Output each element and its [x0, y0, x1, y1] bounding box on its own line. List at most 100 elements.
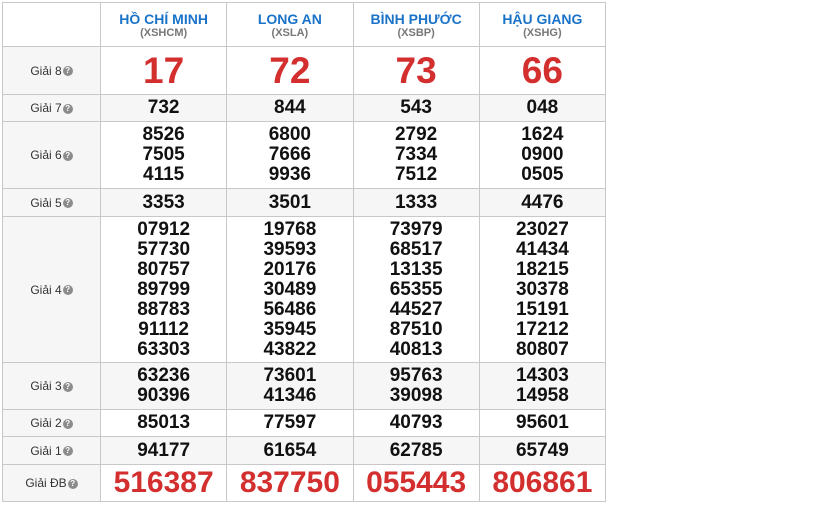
- prize-label: Giải 7?: [2, 94, 101, 122]
- result-number: 62785: [389, 439, 443, 461]
- result-number: 39593: [263, 238, 317, 260]
- result-cell: 516387: [99, 464, 228, 502]
- result-number: 40813: [389, 338, 443, 360]
- province-name[interactable]: HẬU GIANG: [480, 11, 605, 27]
- result-number: 7334: [394, 144, 438, 165]
- result-cell: 14303 14958: [478, 362, 607, 410]
- result-cell: 3353: [99, 188, 228, 217]
- prize-label: Giải 2?: [2, 409, 101, 437]
- prize-row-g1: Giải 1? 94177 61654 62785 65749: [2, 436, 607, 465]
- result-number: 15191: [515, 298, 569, 320]
- result-cell: 048: [478, 94, 607, 122]
- prize-row-g7: Giải 7? 732 844 543 048: [2, 94, 607, 122]
- result-number: 0505: [521, 164, 564, 185]
- prize-label: Giải ĐB?: [2, 464, 101, 502]
- result-cell: 65749: [478, 436, 607, 465]
- prize-label: Giải 6?: [2, 121, 101, 189]
- result-number: 0900: [521, 144, 564, 165]
- prize-label-text: Giải 2: [30, 416, 62, 430]
- result-cell: 63236 90396: [99, 362, 228, 410]
- header-corner: [2, 2, 101, 47]
- prize-label: Giải 1?: [2, 436, 101, 465]
- result-cell: 07912 57730 80757 89799 88783 91112 63303: [99, 216, 228, 363]
- result-number: 18215: [515, 258, 569, 280]
- province-code: (XSBP): [397, 27, 435, 39]
- result-cell: 40793: [352, 409, 480, 437]
- help-icon[interactable]: ?: [67, 478, 78, 489]
- result-cell: 3501: [226, 188, 354, 217]
- result-number: 13135: [389, 258, 443, 280]
- result-number: 19768: [263, 218, 317, 240]
- province-name[interactable]: HỒ CHÍ MINH: [101, 11, 226, 27]
- result-number: 66: [521, 49, 563, 91]
- result-cell: 1333: [352, 188, 480, 217]
- result-number: 2792: [394, 124, 438, 145]
- result-cell: 055443: [352, 464, 480, 502]
- result-number: 17212: [515, 318, 569, 340]
- result-number: 41346: [263, 385, 317, 406]
- result-number: 1333: [394, 191, 438, 213]
- prize-label: Giải 4?: [2, 216, 101, 363]
- result-cell: 2792 7334 7512: [352, 121, 480, 189]
- result-cell: 77597: [226, 409, 354, 437]
- result-number: 39098: [389, 385, 443, 406]
- result-cell: 17: [99, 46, 228, 95]
- province-header[interactable]: HẬU GIANG (XSHG): [478, 2, 607, 47]
- result-number: 516387: [113, 466, 214, 499]
- result-number: 95601: [515, 412, 569, 433]
- province-name[interactable]: BÌNH PHƯỚC: [354, 11, 479, 27]
- result-number: 57730: [137, 238, 191, 260]
- result-number: 89799: [137, 278, 191, 300]
- province-header[interactable]: LONG AN (XSLA): [226, 2, 354, 47]
- result-number: 56486: [263, 298, 317, 320]
- result-number: 837750: [239, 466, 340, 499]
- result-cell: 62785: [352, 436, 480, 465]
- result-number: 65355: [389, 278, 443, 300]
- result-number: 732: [147, 97, 180, 118]
- result-cell: 837750: [226, 464, 354, 502]
- help-icon[interactable]: ?: [62, 198, 73, 209]
- province-name[interactable]: LONG AN: [227, 11, 352, 27]
- prize-label-text: Giải 1: [30, 443, 62, 458]
- province-header[interactable]: BÌNH PHƯỚC (XSBP): [352, 2, 480, 47]
- result-cell: 23027 41434 18215 30378 15191 17212 80807: [478, 216, 607, 363]
- result-cell: 73601 41346: [226, 362, 354, 410]
- prize-label-text: Giải 8: [30, 63, 62, 78]
- result-cell: 95601: [478, 409, 607, 437]
- result-number: 35945: [263, 318, 317, 340]
- result-number: 806861: [492, 466, 593, 499]
- help-icon[interactable]: ?: [62, 150, 73, 161]
- header-row: HỒ CHÍ MINH (XSHCM) LONG AN (XSLA) BÌNH PH…: [2, 2, 607, 47]
- result-number: 3353: [142, 191, 185, 213]
- province-header[interactable]: HỒ CHÍ MINH (XSHCM): [99, 2, 228, 47]
- help-icon[interactable]: ?: [62, 381, 73, 392]
- prize-row-g8: Giải 8? 17 72 73 66: [2, 46, 607, 95]
- result-cell: 8526 7505 4115: [99, 121, 228, 189]
- prize-label-text: Giải 4: [30, 282, 62, 297]
- prize-row-g2: Giải 2? 85013 77597 40793 95601: [2, 409, 607, 437]
- help-icon[interactable]: ?: [62, 285, 73, 296]
- help-icon[interactable]: ?: [62, 66, 73, 77]
- result-cell: 73979 68517 13135 65355 44527 87510 40813: [352, 216, 480, 363]
- help-icon[interactable]: ?: [62, 103, 73, 114]
- prize-label-text: Giải 5: [30, 195, 62, 210]
- result-number: 63236: [137, 365, 191, 386]
- help-icon[interactable]: ?: [62, 418, 73, 429]
- result-number: 23027: [515, 218, 569, 240]
- result-cell: 844: [226, 94, 354, 122]
- province-code: (XSLA): [271, 27, 309, 39]
- result-cell: 4476: [478, 188, 607, 217]
- result-number: 77597: [263, 412, 317, 433]
- result-number: 95763: [389, 365, 443, 386]
- result-number: 844: [274, 97, 306, 118]
- prize-label-text: Giải 7: [30, 101, 62, 115]
- prize-label-text: Giải ĐB: [25, 476, 67, 490]
- result-number: 30378: [515, 278, 569, 300]
- help-icon[interactable]: ?: [62, 446, 73, 457]
- lottery-results-table: HỒ CHÍ MINH (XSHCM) LONG AN (XSLA) BÌNH PH…: [2, 2, 607, 502]
- result-cell: 73: [352, 46, 480, 95]
- result-number: 90396: [137, 385, 191, 406]
- result-cell: 6800 7666 9936: [226, 121, 354, 189]
- result-number: 4476: [521, 191, 564, 213]
- province-code: (XSHG): [523, 27, 562, 39]
